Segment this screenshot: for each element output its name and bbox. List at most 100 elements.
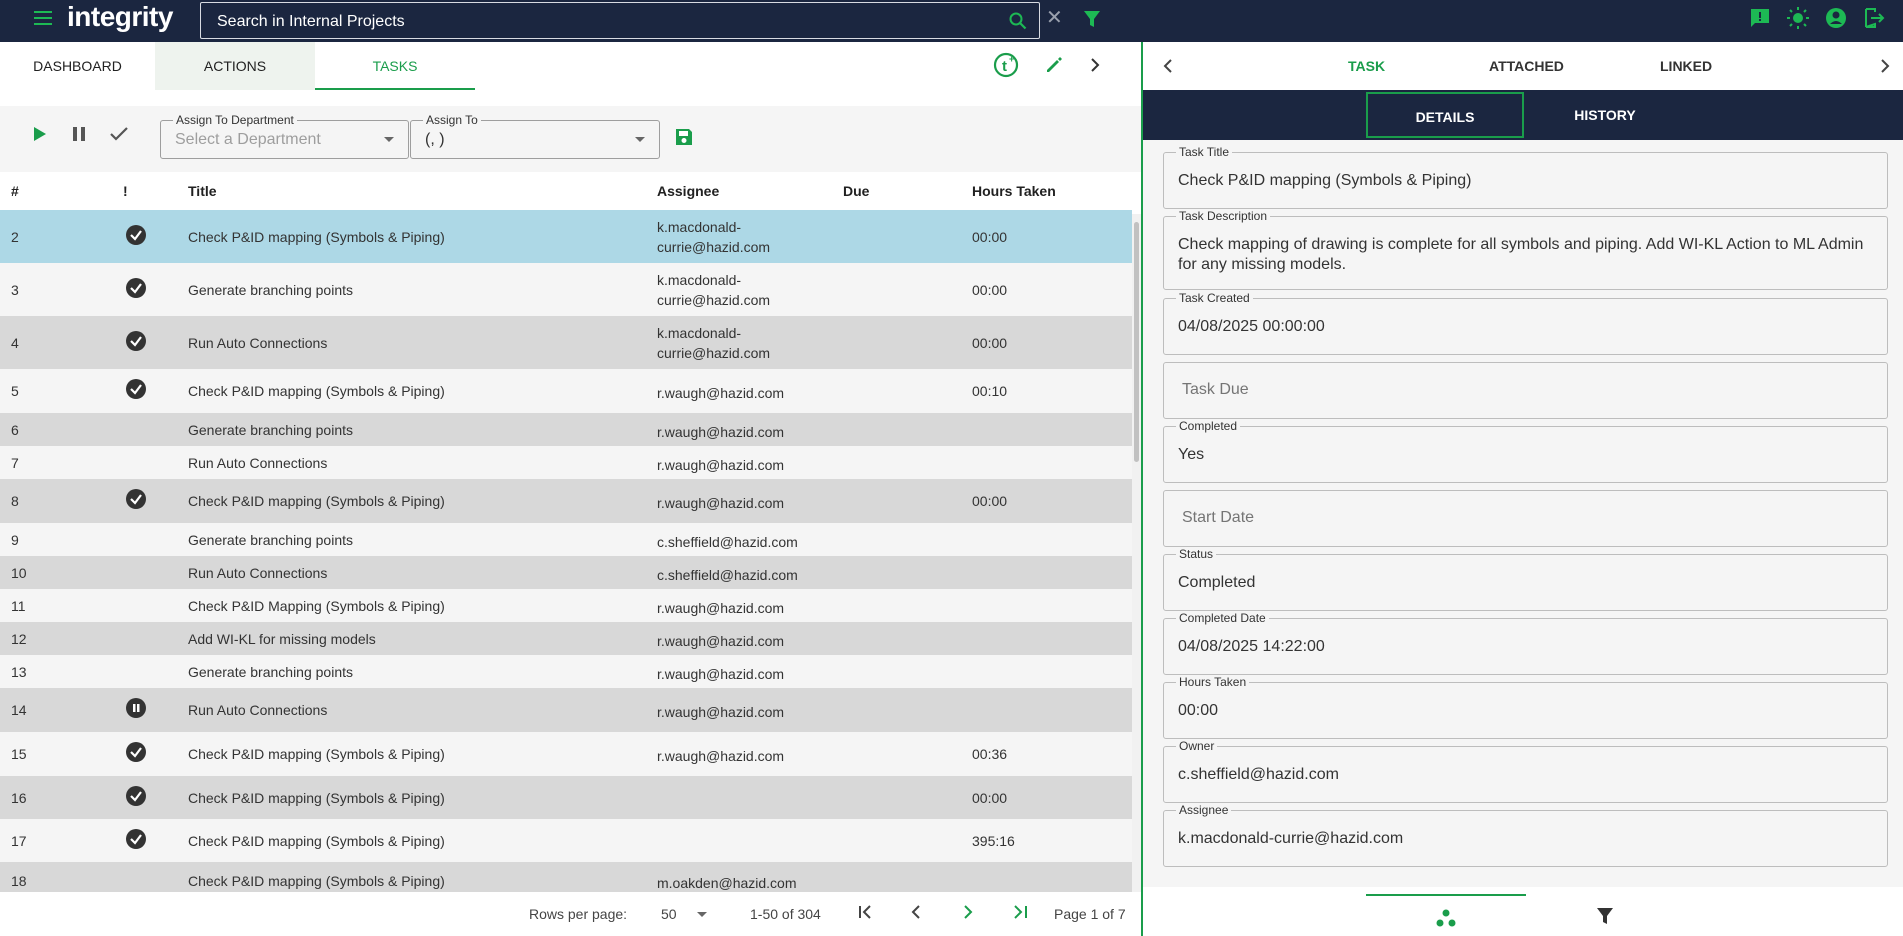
table-row[interactable]: 13 Generate branching points r.waugh@hazid… [0, 655, 1132, 688]
tab-history[interactable]: HISTORY [1526, 92, 1684, 138]
first-page-icon[interactable] [858, 904, 874, 920]
completed-date-field[interactable]: Completed Date 04/08/2025 14:22:00 [1163, 611, 1888, 675]
task-description-value: Check mapping of drawing is complete for… [1178, 236, 1864, 273]
owner-label: Owner [1176, 739, 1218, 753]
chevron-right-icon[interactable] [1880, 58, 1890, 74]
row-number: 17 [11, 833, 27, 849]
table-body: 2 Check P&ID mapping (Symbols & Piping) k.… [0, 210, 1132, 900]
tab-dashboard[interactable]: DASHBOARD [0, 42, 155, 90]
prev-page-icon[interactable] [910, 904, 922, 920]
row-number: 6 [11, 422, 19, 438]
table-row[interactable]: 12 Add WI-KL for missing models r.waugh@ha… [0, 622, 1132, 655]
table-row[interactable]: 10 Run Auto Connections c.sheffield@hazid.… [0, 556, 1132, 589]
hours-taken-field[interactable]: Hours Taken 00:00 [1163, 675, 1888, 739]
completed-label: Completed [1176, 419, 1241, 433]
table-row[interactable]: 6 Generate branching points r.waugh@hazid.… [0, 413, 1132, 446]
table-row[interactable]: 7 Run Auto Connections r.waugh@hazid.com [0, 446, 1132, 479]
tab-tasks[interactable]: TASKS [315, 42, 475, 90]
assign-to-select[interactable]: Assign To (, ) [410, 113, 660, 159]
add-task-icon[interactable]: t + [993, 52, 1019, 78]
tab-hierarchy[interactable] [1366, 894, 1526, 936]
col-assignee[interactable]: Assignee [657, 183, 719, 199]
col-hours[interactable]: Hours Taken [972, 183, 1056, 199]
logout-icon[interactable] [1863, 7, 1885, 29]
row-title: Run Auto Connections [188, 335, 328, 351]
task-created-value: 04/08/2025 00:00:00 [1178, 318, 1325, 335]
table-row[interactable]: 8 Check P&ID mapping (Symbols & Piping) r.… [0, 479, 1132, 523]
page-range: 1-50 of 304 [750, 906, 821, 922]
details-form: Task Title Check P&ID mapping (Symbols &… [1143, 140, 1903, 887]
table-row[interactable]: 5 Check P&ID mapping (Symbols & Piping) r.… [0, 369, 1132, 413]
check-circle-icon [126, 379, 146, 399]
department-select[interactable]: Assign To Department Select a Department [160, 113, 409, 159]
rows-per-page-select[interactable]: 50 [661, 906, 677, 922]
table-row[interactable]: 4 Run Auto Connections k.macdonald-currie@… [0, 316, 1132, 369]
completed-field[interactable]: Completed Yes [1163, 419, 1888, 483]
close-icon[interactable]: ✕ [1046, 8, 1063, 28]
col-title[interactable]: Title [188, 183, 217, 199]
pause-circle-icon [126, 698, 146, 718]
menu-icon[interactable] [34, 11, 52, 25]
status-field[interactable]: Status Completed [1163, 547, 1888, 611]
main-tabs: DASHBOARD ACTIONS TASKS t + [0, 42, 1141, 90]
filter-icon[interactable] [1083, 9, 1101, 29]
tab-actions[interactable]: ACTIONS [155, 42, 315, 90]
tab-task[interactable]: TASK [1348, 58, 1385, 74]
table-row[interactable]: 2 Check P&ID mapping (Symbols & Piping) k.… [0, 210, 1132, 263]
task-created-field[interactable]: Task Created 04/08/2025 00:00:00 [1163, 291, 1888, 355]
table-row[interactable]: 14 Run Auto Connections r.waugh@hazid.com [0, 688, 1132, 732]
scrollbar[interactable] [1132, 214, 1141, 934]
search-input[interactable]: Search in Internal Projects [200, 2, 1040, 39]
play-icon[interactable] [33, 126, 47, 142]
chevron-left-icon[interactable] [1163, 58, 1173, 74]
table-row[interactable]: 17 Check P&ID mapping (Symbols & Piping) 3… [0, 819, 1132, 862]
assign-to-value: (, ) [425, 131, 445, 148]
chevron-down-icon [635, 137, 645, 142]
row-number: 11 [11, 598, 26, 614]
check-icon[interactable] [110, 126, 128, 142]
tab-filter[interactable] [1526, 894, 1686, 936]
check-circle-icon [126, 278, 146, 298]
scrollbar-thumb[interactable] [1134, 222, 1139, 462]
task-description-field[interactable]: Task Description Check mapping of drawin… [1163, 209, 1888, 290]
table-row[interactable]: 9 Generate branching points c.sheffield@ha… [0, 523, 1132, 556]
row-assignee: r.waugh@hazid.com [657, 495, 785, 511]
col-num[interactable]: # [11, 183, 19, 199]
pause-icon[interactable] [72, 126, 86, 142]
logo[interactable]: integrity [67, 1, 173, 33]
assignee-value: k.macdonald-currie@hazid.com [1178, 830, 1404, 847]
edit-icon[interactable] [1045, 56, 1063, 74]
table-row[interactable]: 16 Check P&ID mapping (Symbols & Piping) 0… [0, 776, 1132, 819]
task-toolbar: Assign To Department Select a Department… [0, 106, 1141, 172]
col-due[interactable]: Due [843, 183, 869, 199]
completed-value: Yes [1178, 446, 1205, 463]
assignee-field[interactable]: Assignee k.macdonald-currie@hazid.com [1163, 803, 1888, 867]
theme-icon[interactable] [1787, 7, 1809, 29]
chevron-right-icon[interactable] [1089, 57, 1101, 73]
col-flag[interactable]: ! [123, 183, 128, 199]
last-page-icon[interactable] [1012, 904, 1028, 920]
row-title: Check P&ID Mapping (Symbols & Piping) [188, 598, 445, 614]
tab-attached[interactable]: ATTACHED [1489, 58, 1564, 74]
table-row[interactable]: 3 Generate branching points k.macdonald-cu… [0, 263, 1132, 316]
chevron-down-icon[interactable] [697, 912, 707, 917]
row-number: 13 [11, 664, 27, 680]
check-circle-icon [126, 225, 146, 245]
start-date-field[interactable]: Start Date [1163, 490, 1888, 547]
feedback-icon[interactable] [1749, 7, 1771, 29]
tab-details[interactable]: DETAILS [1366, 92, 1524, 138]
tab-linked[interactable]: LINKED [1660, 58, 1712, 74]
task-title-field[interactable]: Task Title Check P&ID mapping (Symbols &… [1163, 145, 1888, 209]
table-row[interactable]: 15 Check P&ID mapping (Symbols & Piping) r… [0, 732, 1132, 776]
task-due-field[interactable]: Task Due [1163, 362, 1888, 419]
next-page-icon[interactable] [962, 904, 974, 920]
save-icon[interactable] [675, 128, 693, 146]
account-icon[interactable] [1825, 7, 1847, 29]
row-assignee: r.waugh@hazid.com [657, 704, 785, 720]
row-assignee: r.waugh@hazid.com [657, 633, 785, 649]
owner-field[interactable]: Owner c.sheffield@hazid.com [1163, 739, 1888, 803]
department-placeholder: Select a Department [175, 131, 321, 148]
hierarchy-icon [1436, 909, 1456, 927]
search-icon[interactable] [1009, 12, 1027, 30]
table-row[interactable]: 11 Check P&ID Mapping (Symbols & Piping) r… [0, 589, 1132, 622]
